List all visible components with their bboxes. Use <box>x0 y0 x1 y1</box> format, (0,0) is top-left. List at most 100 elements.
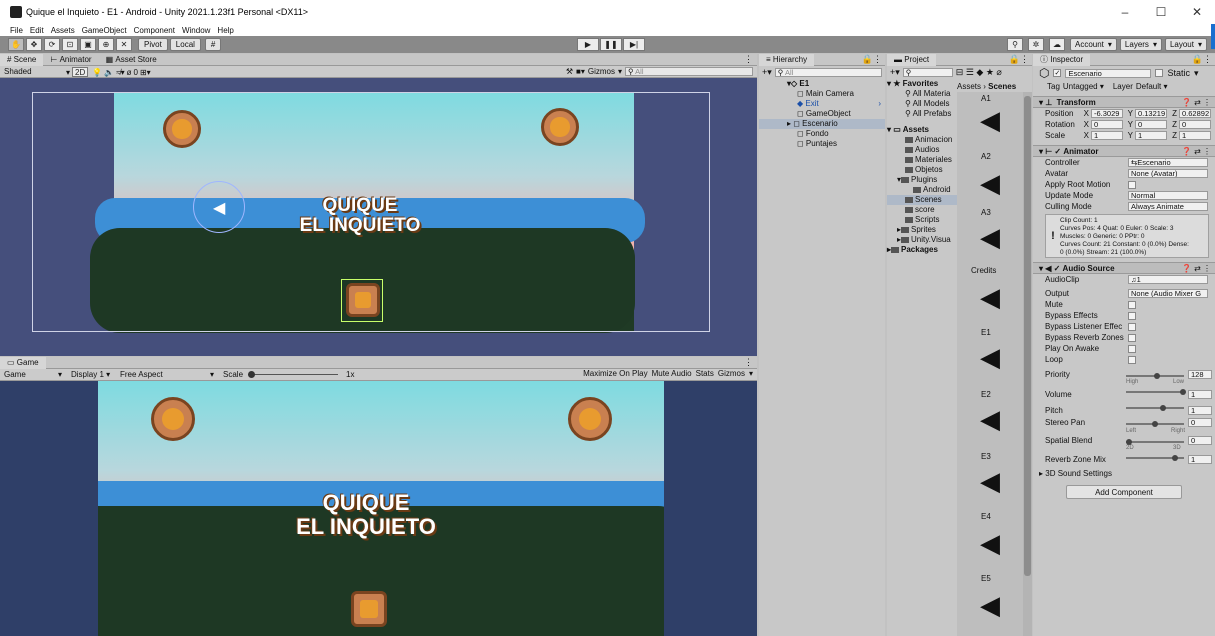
folder-item[interactable]: score <box>887 205 957 215</box>
lock-icon[interactable]: 🔒⋮ <box>1009 54 1029 65</box>
account-dropdown[interactable]: Account ▾ <box>1070 38 1117 51</box>
lighting-icon[interactable]: 💡 <box>92 68 102 77</box>
avatar-field[interactable]: None (Avatar) <box>1128 169 1208 178</box>
play-button[interactable]: ▶ <box>577 38 599 51</box>
tab-asset-store[interactable]: ▦ Asset Store <box>99 54 164 66</box>
cloud-button[interactable]: ☁ <box>1049 38 1065 51</box>
menu-window[interactable]: Window <box>182 26 210 35</box>
stereo-pan-field[interactable]: 0 <box>1188 418 1212 427</box>
panel-menu-icon[interactable]: ⋮ <box>744 54 753 65</box>
volume-slider[interactable] <box>1126 389 1186 395</box>
tools-icon[interactable]: ⚒ <box>566 67 573 76</box>
hierarchy-item-main-camera[interactable]: ◻ Main Camera <box>759 89 885 99</box>
folder-item[interactable]: Android <box>887 185 957 195</box>
tab-hierarchy[interactable]: ≡ Hierarchy <box>759 53 815 66</box>
game-view-dropdown[interactable]: Game <box>4 370 26 379</box>
controller-field[interactable]: ⇆Escenario <box>1128 158 1208 167</box>
transform-header[interactable]: ▾ ⊥ Transform ❓ ⇄ ⋮ <box>1033 96 1215 108</box>
scene-search-input[interactable]: ⚲ All <box>625 67 753 76</box>
hierarchy-item-gameobject[interactable]: ◻ GameObject <box>759 109 885 119</box>
unity-scene-icon[interactable]: ◀ <box>957 590 1023 620</box>
component-menu-icon[interactable]: ❓ ⇄ ⋮ <box>1182 98 1211 107</box>
scale-z-field[interactable]: 1 <box>1179 131 1211 140</box>
menu-gameobject[interactable]: GameObject <box>82 26 127 35</box>
close-button[interactable]: ✕ <box>1179 5 1215 19</box>
move-tool-button[interactable]: ✥ <box>26 38 42 51</box>
object-name-input[interactable]: Escenario <box>1065 68 1152 78</box>
collab-button[interactable]: ✲ <box>1028 38 1044 51</box>
breadcrumb-scenes[interactable]: Scenes <box>988 82 1016 91</box>
menu-file[interactable]: File <box>10 26 23 35</box>
mute-audio-toggle[interactable]: Mute Audio <box>652 369 692 378</box>
unity-scene-icon-a2[interactable]: ◀ <box>957 105 1023 135</box>
game-gizmos-dropdown[interactable]: Gizmos <box>718 369 745 378</box>
packages-section[interactable]: ▸ Packages <box>887 245 957 255</box>
bypass-reverb-checkbox[interactable] <box>1128 333 1136 342</box>
project-scrollbar-thumb[interactable] <box>1024 96 1031 576</box>
menu-assets[interactable]: Assets <box>51 26 75 35</box>
scale-slider[interactable] <box>248 371 338 378</box>
hierarchy-item-escenario[interactable]: ▸ ◻ Escenario <box>759 119 885 129</box>
spatial-blend-slider[interactable] <box>1126 439 1184 445</box>
position-z-field[interactable]: 0.62892 <box>1179 109 1211 118</box>
pitch-slider[interactable] <box>1126 405 1184 411</box>
pivot-toggle[interactable]: Pivot <box>138 38 168 51</box>
volume-slider-knob[interactable] <box>1180 389 1186 395</box>
maximize-button[interactable]: ☐ <box>1143 5 1179 19</box>
layers-dropdown[interactable]: Layers ▾ <box>1119 38 1162 51</box>
game-render[interactable]: QUIQUE EL INQUIETO <box>98 381 664 636</box>
component-menu-icon[interactable]: ❓ ⇄ ⋮ <box>1182 264 1211 273</box>
unity-scene-icon-credits[interactable]: ◀ <box>957 222 1023 252</box>
rotation-y-field[interactable]: 0 <box>1135 120 1167 129</box>
bypass-listener-checkbox[interactable] <box>1128 322 1136 331</box>
add-object-button[interactable]: +▾ <box>762 67 772 78</box>
minimize-button[interactable]: – <box>1107 5 1143 19</box>
effects-icon[interactable]: ≉▾ <box>116 68 124 77</box>
priority-field[interactable]: 128 <box>1188 370 1212 379</box>
shading-mode-dropdown[interactable]: Shaded <box>4 67 32 76</box>
priority-slider[interactable] <box>1126 373 1184 379</box>
audio-toggle-icon[interactable]: 🔈 <box>104 68 114 77</box>
loop-checkbox[interactable] <box>1128 355 1136 364</box>
stats-toggle[interactable]: Stats <box>696 369 714 378</box>
folder-item[interactable]: Objetos <box>887 165 957 175</box>
display-dropdown[interactable]: Display 1 ▾ <box>71 370 110 379</box>
animator-header[interactable]: ▾ ⊢ ✓ Animator ❓ ⇄ ⋮ <box>1033 145 1215 157</box>
project-search-input[interactable]: ⚲ <box>902 68 953 77</box>
create-asset-button[interactable]: +▾ <box>890 67 900 78</box>
menu-help[interactable]: Help <box>217 26 233 35</box>
reverb-mix-slider[interactable] <box>1126 455 1184 461</box>
root-motion-checkbox[interactable] <box>1128 180 1136 189</box>
layer-dropdown[interactable]: Default ▾ <box>1136 82 1168 91</box>
tab-scene[interactable]: # Scene <box>0 53 44 66</box>
unity-scene-icon-e1[interactable]: ◀ <box>957 282 1023 312</box>
grid-visibility-icon[interactable]: ⊞▾ <box>140 68 151 77</box>
stereo-pan-slider-knob[interactable] <box>1152 421 1158 427</box>
scale-x-field[interactable]: 1 <box>1091 131 1123 140</box>
folder-item[interactable]: Audios <box>887 145 957 155</box>
gizmos-dropdown[interactable]: Gizmos <box>588 67 615 76</box>
favorite-item[interactable]: ⚲ All Prefabs <box>887 109 957 119</box>
tag-dropdown[interactable]: Untagged ▾ <box>1063 82 1104 91</box>
bypass-effects-checkbox[interactable] <box>1128 311 1136 320</box>
toggle-2d-button[interactable]: 2D <box>72 67 89 77</box>
position-x-field[interactable]: -6.3029 <box>1091 109 1123 118</box>
maximize-on-play-toggle[interactable]: Maximize On Play <box>583 369 647 378</box>
unity-scene-icon-e3[interactable]: ◀ <box>957 404 1023 434</box>
lock-icon[interactable]: 🔒⋮ <box>1192 54 1212 65</box>
tab-inspector[interactable]: ⓘ Inspector <box>1033 53 1091 66</box>
breadcrumb-assets[interactable]: Assets <box>957 82 981 91</box>
update-mode-dropdown[interactable]: Normal <box>1128 191 1208 200</box>
aspect-dropdown[interactable]: Free Aspect <box>120 370 163 379</box>
static-checkbox[interactable] <box>1155 69 1164 77</box>
rect-tool-button[interactable]: ▣ <box>80 38 96 51</box>
spatial-blend-field[interactable]: 0 <box>1188 436 1212 445</box>
reverb-mix-field[interactable]: 1 <box>1188 454 1212 464</box>
transform-tool-button[interactable]: ⊕ <box>98 38 114 51</box>
hierarchy-item-exit[interactable]: ◆ Exit › <box>759 99 885 109</box>
volume-field[interactable]: 1 <box>1188 389 1212 399</box>
favorite-item[interactable]: ⚲ All Models <box>887 99 957 109</box>
audioclip-field[interactable]: ♫1 <box>1128 275 1208 284</box>
audio-source-header[interactable]: ▾ ◀ ✓ Audio Source ❓ ⇄ ⋮ <box>1033 262 1215 274</box>
menu-component[interactable]: Component <box>134 26 175 35</box>
